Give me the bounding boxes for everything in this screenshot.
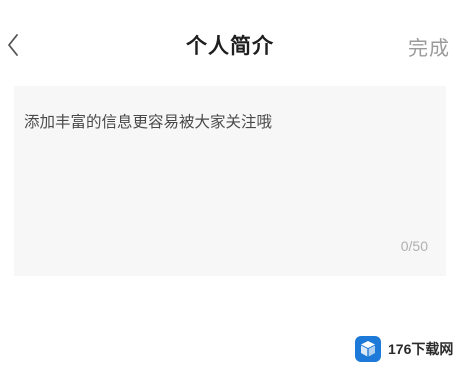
nav-header: 个人简介 完成 — [0, 0, 460, 86]
done-button[interactable]: 完成 — [408, 32, 450, 61]
character-counter: 0/50 — [400, 238, 428, 254]
watermark: 176下载网 — [354, 330, 454, 368]
bio-placeholder: 添加丰富的信息更容易被大家关注哦 — [24, 113, 273, 131]
page-title: 个人简介 — [186, 34, 274, 58]
watermark-text: 176下载网 — [388, 341, 454, 357]
bio-textarea[interactable]: 添加丰富的信息更容易被大家关注哦 0/50 — [14, 86, 446, 276]
bio-edit-screen: 个人简介 完成 添加丰富的信息更容易被大家关注哦 0/50 176下载网 — [0, 0, 460, 380]
cube-logo-icon — [354, 335, 382, 363]
